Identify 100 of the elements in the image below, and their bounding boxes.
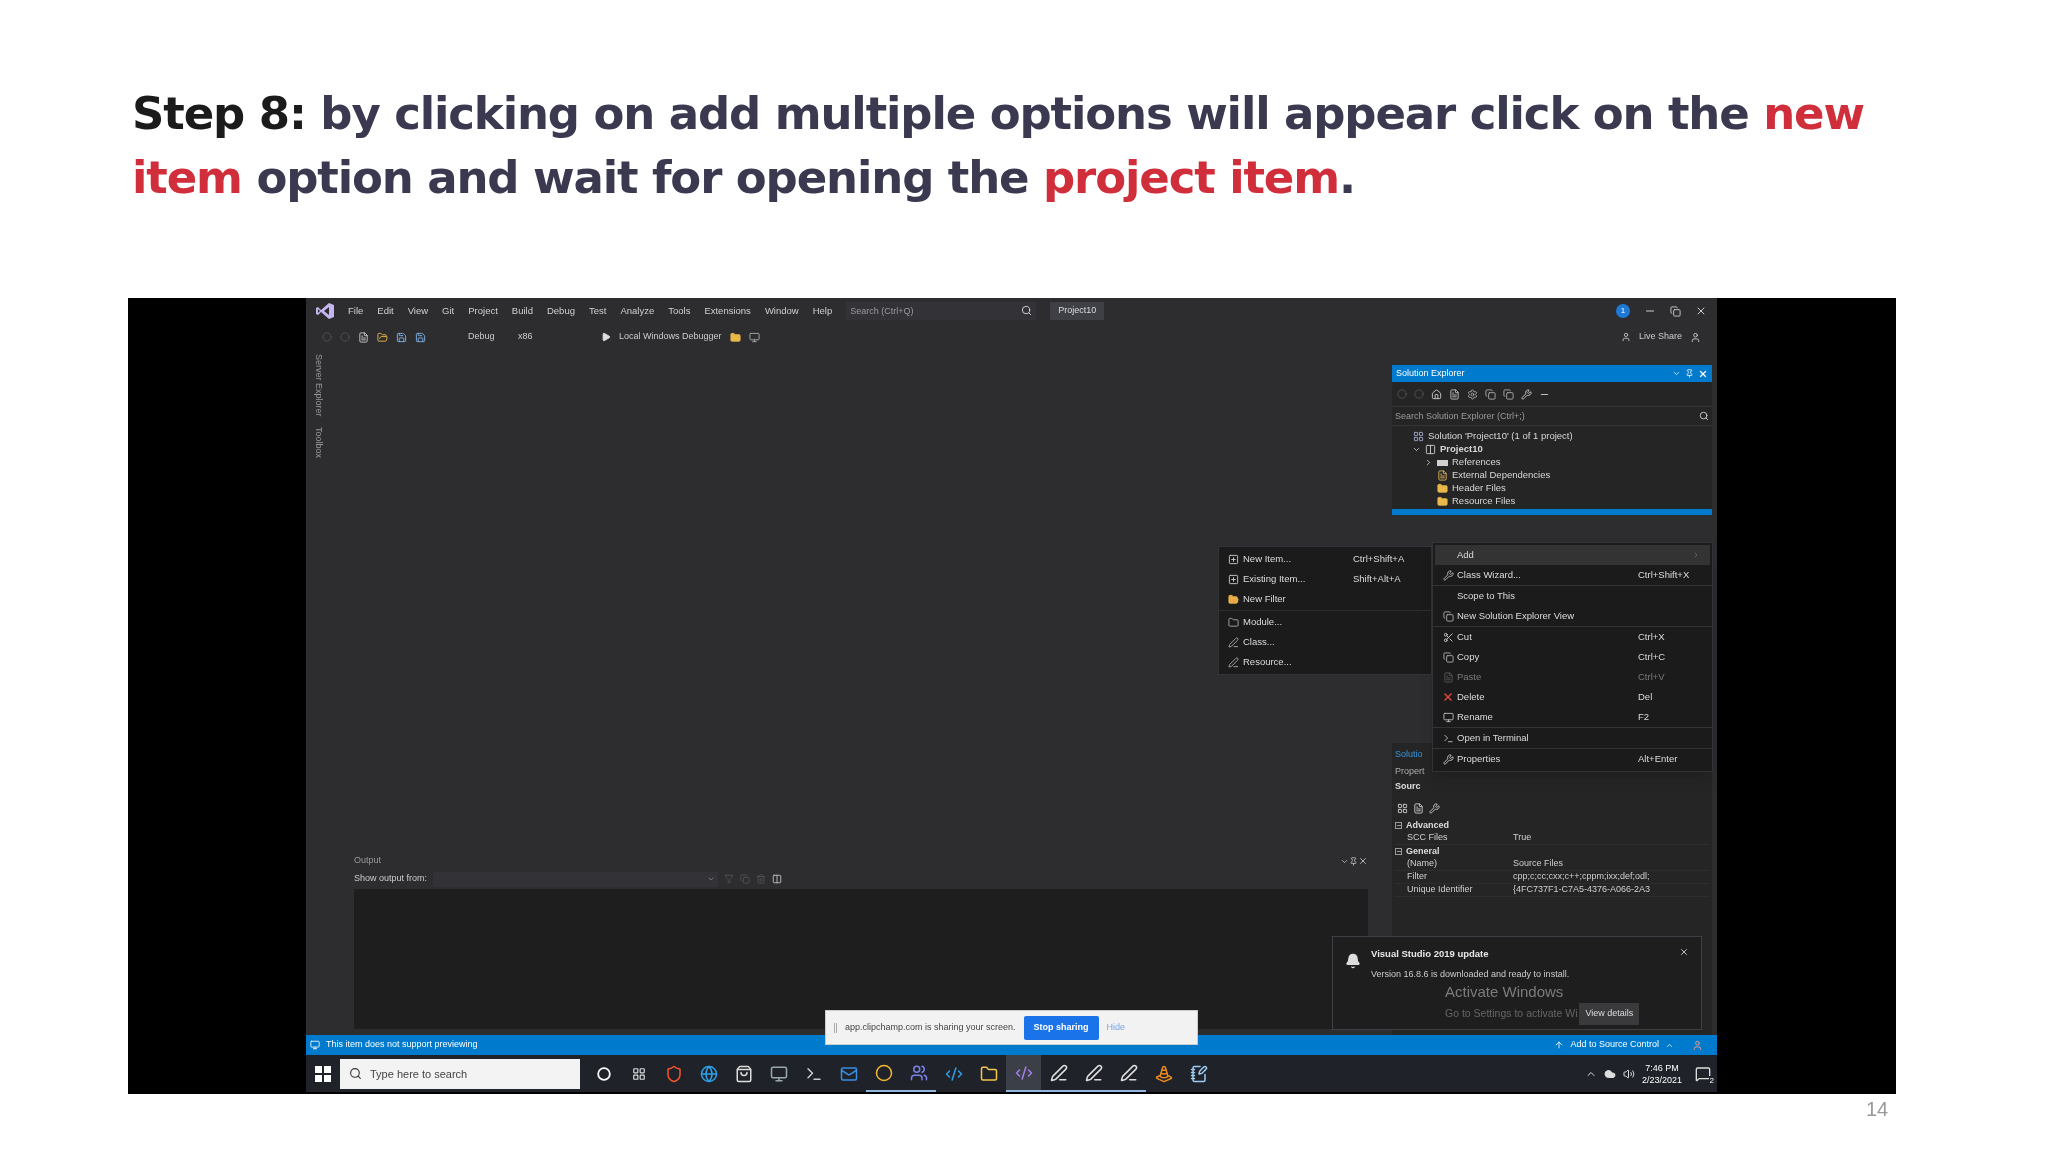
bag-icon[interactable] — [734, 1064, 753, 1083]
search-icon[interactable] — [1699, 411, 1709, 421]
collapse-box-icon[interactable] — [1395, 822, 1402, 829]
wrench-icon[interactable] — [1521, 388, 1532, 400]
menu-item[interactable]: Help — [812, 303, 833, 319]
search-icon — [1021, 305, 1033, 316]
globe-icon[interactable] — [699, 1064, 718, 1083]
menu-item[interactable]: Cut Ctrl+X — [1435, 627, 1710, 647]
window-icon[interactable] — [769, 1064, 788, 1083]
cortana-icon[interactable] — [596, 1066, 611, 1081]
menu-item[interactable]: Copy Ctrl+C — [1435, 647, 1710, 667]
menu-item[interactable]: New Item... Ctrl+Shift+A — [1219, 549, 1431, 569]
menu-item[interactable]: Delete Del — [1435, 687, 1710, 707]
menu-item[interactable]: Debug — [546, 303, 575, 319]
code-icon[interactable] — [944, 1064, 963, 1083]
menu-item[interactable]: Add — [1435, 545, 1710, 565]
menu-item[interactable]: Build — [511, 303, 533, 319]
play-icon[interactable] — [601, 332, 611, 342]
menu-item[interactable]: Window — [764, 303, 799, 319]
files-icon[interactable] — [1449, 388, 1460, 400]
stop-sharing-button[interactable]: Stop sharing — [1023, 1015, 1099, 1040]
live-share-button[interactable]: Live Share — [1638, 330, 1682, 344]
object-name: Sourc — [1395, 780, 1422, 793]
run-button[interactable]: Local Windows Debugger — [619, 330, 722, 344]
pin-icon[interactable] — [1685, 369, 1694, 378]
clock-date[interactable]: 2/23/2021 — [1641, 1073, 1682, 1086]
menu-item[interactable]: Analyze — [620, 303, 655, 319]
menu-item[interactable]: New Filter — [1219, 589, 1431, 609]
windows-logo-icon[interactable] — [315, 1065, 331, 1082]
menu-item[interactable]: Tools — [668, 303, 691, 319]
people-icon[interactable] — [909, 1063, 928, 1082]
monitor-icon[interactable] — [748, 331, 760, 343]
save-icon[interactable] — [396, 331, 407, 343]
side-tab[interactable]: Server Explorer — [311, 354, 325, 417]
tree-item[interactable]: Resource Files — [1452, 494, 1516, 509]
menu-item[interactable]: Test — [588, 303, 607, 319]
restore-icon[interactable] — [1670, 305, 1681, 317]
menu-item[interactable]: Resource... — [1219, 652, 1431, 672]
menu-item[interactable]: Module... — [1219, 612, 1431, 632]
menu-item[interactable]: Scope to This — [1435, 586, 1710, 606]
close-icon[interactable] — [1695, 305, 1707, 317]
volume-icon[interactable] — [1622, 1067, 1635, 1080]
menu-item[interactable]: Project — [468, 303, 498, 319]
folder-icon[interactable] — [979, 1064, 998, 1083]
page-icon[interactable] — [1413, 802, 1424, 814]
view-details-button[interactable]: View details — [1579, 1003, 1640, 1025]
menu-item[interactable]: Rename F2 — [1435, 707, 1710, 727]
close-icon[interactable] — [1698, 368, 1708, 379]
menu-item[interactable]: Class... — [1219, 632, 1431, 652]
folder-icon[interactable] — [729, 331, 741, 343]
dropdown-icon[interactable] — [1672, 369, 1681, 378]
section-title: General — [1406, 844, 1440, 858]
menu-item[interactable]: File — [348, 303, 364, 319]
search-field[interactable]: Search (Ctrl+Q) — [846, 302, 1037, 320]
taskbar-search-field[interactable]: Type here to search — [340, 1058, 580, 1089]
categorized-icon[interactable] — [1397, 802, 1408, 814]
wrench-icon[interactable] — [1429, 802, 1440, 814]
new-file-icon[interactable] — [358, 331, 369, 343]
close-icon[interactable] — [1679, 947, 1689, 957]
menu-item[interactable]: Edit — [377, 303, 394, 319]
pen-icon[interactable] — [1084, 1063, 1103, 1082]
tree-item[interactable]: Solution 'Project10' (1 of 1 project) — [1428, 429, 1573, 444]
pen-icon[interactable] — [1049, 1063, 1068, 1082]
configuration-dropdown[interactable]: Debug — [468, 330, 510, 344]
notification-badge[interactable]: 1 — [1616, 304, 1630, 318]
search-field[interactable]: Search Solution Explorer (Ctrl+;) — [1392, 406, 1712, 426]
menu-item[interactable]: Existing Item... Shift+Alt+A — [1219, 569, 1431, 589]
menu-item[interactable]: Class Wizard... Ctrl+Shift+X — [1435, 565, 1710, 585]
open-folder-icon[interactable] — [377, 331, 388, 343]
pen-icon[interactable] — [1119, 1063, 1138, 1082]
tree-item[interactable]: Project10 — [1440, 442, 1483, 457]
menu-item[interactable]: Open in Terminal — [1435, 728, 1710, 748]
code-icon[interactable] — [1014, 1063, 1033, 1082]
menu-item[interactable]: Git — [442, 303, 455, 319]
cloud-icon[interactable] — [1603, 1067, 1616, 1080]
shield-icon[interactable] — [664, 1064, 683, 1083]
tree-item[interactable]: Header Files — [1452, 481, 1506, 496]
scissors-icon — [1442, 631, 1454, 643]
pin-icon[interactable] — [1349, 856, 1358, 866]
menu-item[interactable]: View — [407, 303, 429, 319]
home-icon[interactable] — [1431, 388, 1442, 400]
clock-time[interactable]: 7:46 PM — [1645, 1061, 1679, 1074]
tree-item[interactable]: References — [1452, 455, 1501, 470]
notepad-icon[interactable] — [1189, 1064, 1208, 1083]
side-tab[interactable]: Toolbox — [311, 426, 325, 458]
cone-icon[interactable] — [1154, 1064, 1173, 1083]
menu-item[interactable]: Extensions — [704, 303, 751, 319]
mail-icon[interactable] — [839, 1064, 858, 1083]
platform-dropdown[interactable]: x86 — [518, 330, 593, 344]
save-all-icon[interactable] — [415, 331, 426, 343]
task-view-icon[interactable] — [631, 1066, 646, 1081]
tree-item[interactable]: External Dependencies — [1452, 468, 1551, 483]
source-control-button[interactable]: Add to Source Control — [1570, 1038, 1659, 1052]
collapse-box-icon[interactable] — [1395, 848, 1402, 855]
menu-item[interactable]: New Solution Explorer View — [1435, 606, 1710, 626]
notification-center-icon[interactable] — [1695, 1065, 1711, 1082]
menu-item[interactable]: Properties Alt+Enter — [1435, 749, 1710, 769]
circle-icon[interactable] — [874, 1063, 893, 1082]
caret-icon — [707, 875, 716, 883]
close-icon[interactable] — [1358, 856, 1368, 866]
